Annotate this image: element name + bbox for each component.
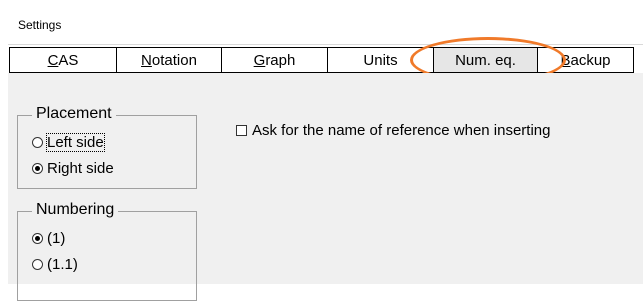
numbering-legend: Numbering [32,201,119,219]
tab-cas-mnemonic: C [47,51,59,69]
tab-notation-mnemonic: N [141,51,152,69]
placement-group: Placement Left side Right side [17,105,197,189]
settings-tabbar: C AS Notation Graph Units Num. eq. Backup [9,47,634,73]
tab-units[interactable]: Units [327,47,434,73]
tab-cas[interactable]: C AS [9,47,117,73]
radio-numbering-1[interactable]: (1) [32,230,65,247]
tab-backup[interactable]: Backup [537,47,634,73]
tab-backup-mnemonic: B [560,51,571,69]
tab-units-label: Units [363,51,398,69]
radio-unchecked-icon [32,137,43,148]
radio-checked-icon [32,163,43,174]
radio-left-side[interactable]: Left side [32,133,105,152]
radio-numbering-1-label: (1) [47,230,66,247]
radio-numbering-1-1[interactable]: (1.1) [32,256,78,273]
tab-num-eq-label: Num. eq. [455,51,516,69]
placement-legend: Placement [32,105,116,123]
radio-right-side-label: Right side [47,160,114,177]
radio-unchecked-icon [32,259,43,270]
tab-num-eq[interactable]: Num. eq. [433,47,538,73]
numbering-group: Numbering (1) (1.1) [17,201,197,301]
tab-graph-mnemonic: G [253,51,266,69]
radio-checked-icon [32,233,43,244]
radio-numbering-1-1-label: (1.1) [47,256,78,273]
num-eq-panel: Placement Left side Right side Numbering… [8,73,643,301]
radio-left-side-label: Left side [46,133,105,152]
tab-notation[interactable]: Notation [116,47,222,73]
window-title: Settings [18,18,62,32]
tab-graph[interactable]: Graph [221,47,328,73]
radio-right-side[interactable]: Right side [32,160,114,177]
ask-reference-label: Ask for the name of reference when inser… [252,122,551,139]
ask-reference-checkbox[interactable]: Ask for the name of reference when inser… [236,122,551,139]
checkbox-unchecked-icon [236,125,247,136]
title-divider [8,44,643,45]
